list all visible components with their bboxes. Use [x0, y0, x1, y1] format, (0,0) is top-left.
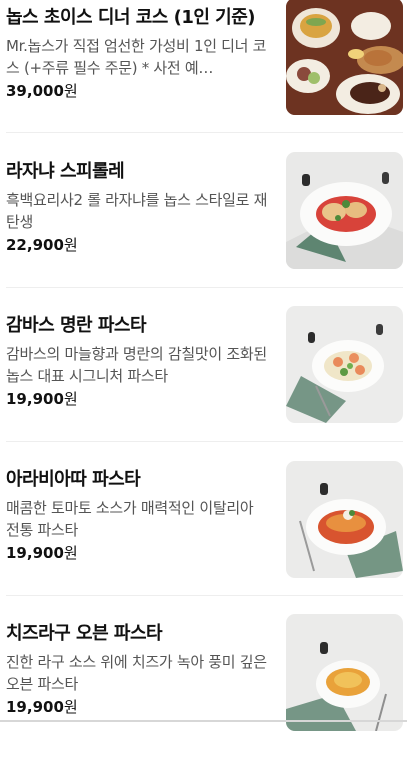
price-value: 19,900	[6, 390, 64, 408]
menu-item-name: 놉스 초이스 디너 코스 (1인 기준)	[6, 7, 256, 28]
menu-item-lasagna[interactable]: 라자냐 스피롤레 흑백요리사2 롤 라자냐를 놉스 스타일로 재탄생 22,90…	[0, 152, 407, 309]
price-currency: 원	[63, 698, 78, 716]
price-value: 19,900	[6, 698, 64, 716]
menu-item-description: Mr.놉스가 직접 엄선한 가성비 1인 디너 코스 (+주류 필수 주문) *…	[6, 37, 267, 77]
price-currency: 원	[63, 236, 78, 254]
menu-item-text: 치즈라구 오븐 파스타 진한 라구 소스 위에 치즈가 녹아 풍미 깊은 오븐 …	[6, 617, 268, 717]
menu-item-price: 19,900원	[6, 389, 268, 409]
divider	[6, 441, 403, 442]
menu-item-name: 라자냐 스피롤레	[6, 161, 125, 182]
menu-item-name: 감바스 명란 파스타	[6, 315, 147, 336]
menu-item-dinner-course[interactable]: 놉스 초이스 디너 코스 (1인 기준) Mr.놉스가 직접 엄선한 가성비 1…	[0, 0, 407, 154]
menu-item-price: 19,900원	[6, 543, 268, 563]
cheese-ragu-oven-pasta-photo[interactable]	[286, 614, 403, 731]
gambas-pasta-photo[interactable]	[286, 306, 403, 423]
menu-item-name: 아라비아따 파스타	[6, 469, 141, 490]
menu-item-text: 라자냐 스피롤레 흑백요리사2 롤 라자냐를 놉스 스타일로 재탄생 22,90…	[6, 155, 268, 255]
arrabbiata-pasta-photo[interactable]	[286, 461, 403, 578]
lasagna-photo[interactable]	[286, 152, 403, 269]
menu-item-cheese-ragu-pasta[interactable]: 치즈라구 오븐 파스타 진한 라구 소스 위에 치즈가 녹아 풍미 깊은 오븐 …	[0, 614, 407, 771]
price-value: 19,900	[6, 544, 64, 562]
menu-item-description: 흑백요리사2 롤 라자냐를 놉스 스타일로 재탄생	[6, 191, 268, 231]
divider	[6, 287, 403, 288]
menu-item-description: 감바스의 마늘향과 명란의 감칠맛이 조화된 놉스 대표 시그니처 파스타	[6, 345, 267, 385]
menu-item-gambas-pasta[interactable]: 감바스 명란 파스타 감바스의 마늘향과 명란의 감칠맛이 조화된 놉스 대표 …	[0, 306, 407, 463]
divider	[6, 595, 403, 596]
menu-item-price: 19,900원	[6, 697, 268, 717]
price-currency: 원	[63, 544, 78, 562]
price-currency: 원	[63, 390, 78, 408]
menu-item-text: 감바스 명란 파스타 감바스의 마늘향과 명란의 감칠맛이 조화된 놉스 대표 …	[6, 309, 268, 409]
menu-item-arrabbiata-pasta[interactable]: 아라비아따 파스타 매콤한 토마토 소스가 매력적인 이탈리아 전통 파스타 1…	[0, 461, 407, 617]
menu-item-text: 놉스 초이스 디너 코스 (1인 기준) Mr.놉스가 직접 엄선한 가성비 1…	[6, 0, 268, 101]
menu-item-description: 진한 라구 소스 위에 치즈가 녹아 풍미 깊은 오븐 파스타	[6, 653, 267, 693]
price-value: 39,000	[6, 82, 64, 100]
divider	[6, 132, 403, 133]
dinner-course-photo[interactable]	[286, 0, 403, 115]
menu-item-price: 39,000원	[6, 81, 268, 101]
menu-item-name: 치즈라구 오븐 파스타	[6, 623, 163, 644]
price-currency: 원	[63, 82, 78, 100]
menu-item-description: 매콤한 토마토 소스가 매력적인 이탈리아 전통 파스타	[6, 499, 254, 539]
menu-item-price: 22,900원	[6, 235, 268, 255]
price-value: 22,900	[6, 236, 64, 254]
menu-item-text: 아라비아따 파스타 매콤한 토마토 소스가 매력적인 이탈리아 전통 파스타 1…	[6, 463, 268, 563]
